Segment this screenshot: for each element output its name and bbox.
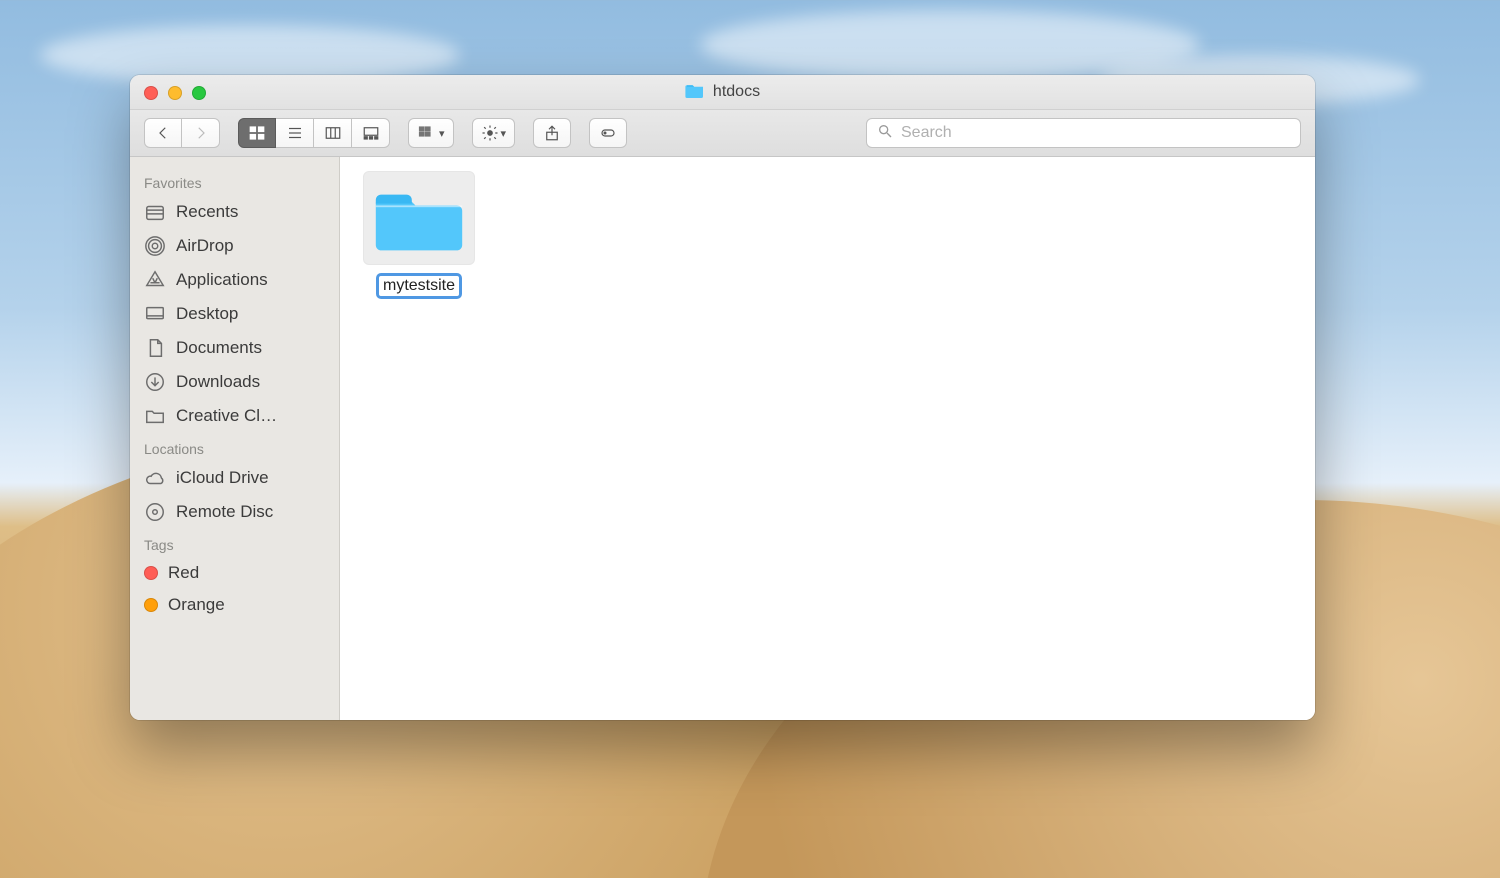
titlebar[interactable]: htdocs bbox=[130, 75, 1315, 110]
desktop-icon bbox=[144, 303, 166, 325]
folder-icon bbox=[685, 82, 705, 103]
sidebar-item-label: Desktop bbox=[176, 304, 238, 324]
remotedisc-icon bbox=[144, 501, 166, 523]
search-field[interactable] bbox=[866, 118, 1301, 148]
toolbar: ▾ ▾ bbox=[130, 110, 1315, 157]
recents-icon bbox=[144, 201, 166, 223]
sidebar-item-airdrop[interactable]: AirDrop bbox=[130, 229, 339, 263]
content-area[interactable]: mytestsite bbox=[340, 157, 1315, 720]
sidebar-section-locations: Locations bbox=[130, 433, 339, 461]
sidebar-item-label: Orange bbox=[168, 595, 225, 615]
sidebar-item-icloud-drive[interactable]: iCloud Drive bbox=[130, 461, 339, 495]
forward-button[interactable] bbox=[182, 118, 220, 148]
tags-group bbox=[589, 118, 627, 148]
chevron-down-icon: ▾ bbox=[501, 127, 507, 140]
sidebar-item-label: Remote Disc bbox=[176, 502, 273, 522]
folder-name-edit[interactable]: mytestsite bbox=[376, 273, 462, 299]
sidebar-item-remote-disc[interactable]: Remote Disc bbox=[130, 495, 339, 529]
nav-buttons bbox=[144, 118, 220, 148]
airdrop-icon bbox=[144, 235, 166, 257]
sidebar-item-label: Red bbox=[168, 563, 199, 583]
folder-item[interactable]: mytestsite bbox=[360, 171, 478, 299]
share-group bbox=[533, 118, 571, 148]
sidebar-item-label: Creative Cl… bbox=[176, 406, 277, 426]
window-body: Favorites Recents AirDrop Applications D… bbox=[130, 157, 1315, 720]
applications-icon bbox=[144, 269, 166, 291]
arrange-button[interactable]: ▾ bbox=[408, 118, 454, 148]
tag-dot-icon bbox=[144, 566, 158, 580]
edit-tags-button[interactable] bbox=[589, 118, 627, 148]
sidebar-item-tag-red[interactable]: Red bbox=[130, 557, 339, 589]
folder-icon-selected bbox=[363, 171, 475, 265]
arrange-group: ▾ bbox=[408, 118, 454, 148]
sidebar-item-label: Applications bbox=[176, 270, 268, 290]
sidebar-item-label: AirDrop bbox=[176, 236, 234, 256]
sidebar-item-applications[interactable]: Applications bbox=[130, 263, 339, 297]
sidebar-item-label: Documents bbox=[176, 338, 262, 358]
tag-dot-icon bbox=[144, 598, 158, 612]
finder-window: htdocs bbox=[130, 75, 1315, 720]
zoom-button[interactable] bbox=[192, 86, 206, 100]
action-button[interactable]: ▾ bbox=[472, 118, 516, 148]
back-button[interactable] bbox=[144, 118, 182, 148]
list-view-button[interactable] bbox=[276, 118, 314, 148]
sidebar: Favorites Recents AirDrop Applications D… bbox=[130, 157, 340, 720]
sidebar-item-label: iCloud Drive bbox=[176, 468, 269, 488]
folder-icon bbox=[144, 405, 166, 427]
sidebar-item-recents[interactable]: Recents bbox=[130, 195, 339, 229]
close-button[interactable] bbox=[144, 86, 158, 100]
sidebar-item-label: Downloads bbox=[176, 372, 260, 392]
sidebar-item-tag-orange[interactable]: Orange bbox=[130, 589, 339, 621]
traffic-lights bbox=[144, 86, 206, 100]
sidebar-item-downloads[interactable]: Downloads bbox=[130, 365, 339, 399]
icloud-icon bbox=[144, 467, 166, 489]
downloads-icon bbox=[144, 371, 166, 393]
minimize-button[interactable] bbox=[168, 86, 182, 100]
search-icon bbox=[877, 123, 893, 144]
documents-icon bbox=[144, 337, 166, 359]
search-input[interactable] bbox=[901, 124, 1290, 142]
sidebar-section-tags: Tags bbox=[130, 529, 339, 557]
window-title: htdocs bbox=[685, 82, 760, 103]
sidebar-item-label: Recents bbox=[176, 202, 238, 222]
share-button[interactable] bbox=[533, 118, 571, 148]
column-view-button[interactable] bbox=[314, 118, 352, 148]
chevron-down-icon: ▾ bbox=[439, 127, 445, 140]
window-title-text: htdocs bbox=[713, 83, 760, 101]
sidebar-section-favorites: Favorites bbox=[130, 167, 339, 195]
sidebar-item-documents[interactable]: Documents bbox=[130, 331, 339, 365]
action-group: ▾ bbox=[472, 118, 516, 148]
view-mode-buttons bbox=[238, 118, 390, 148]
icon-view-button[interactable] bbox=[238, 118, 276, 148]
gallery-view-button[interactable] bbox=[352, 118, 390, 148]
sidebar-item-creative-cloud[interactable]: Creative Cl… bbox=[130, 399, 339, 433]
sidebar-item-desktop[interactable]: Desktop bbox=[130, 297, 339, 331]
